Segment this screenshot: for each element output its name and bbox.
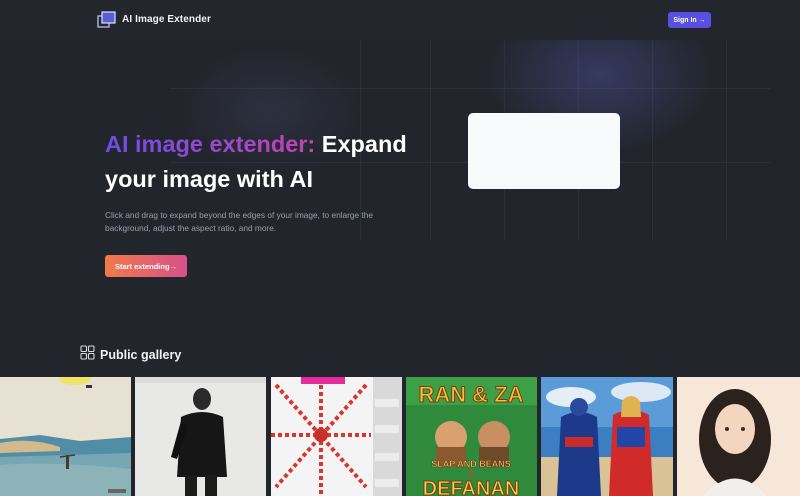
gallery-image-game-map[interactable] bbox=[271, 377, 402, 496]
hero-description: Click and drag to expand beyond the edge… bbox=[105, 210, 373, 233]
gallery-header: Public gallery bbox=[80, 345, 181, 365]
grid-icon bbox=[80, 345, 95, 365]
hero-headline: AI image extender: Expand your image wit… bbox=[105, 127, 435, 197]
top-nav: AI Image Extender Sign In → bbox=[0, 0, 800, 40]
grid-line bbox=[170, 88, 770, 89]
gallery-title: Public gallery bbox=[100, 348, 182, 362]
gallery-image-beach[interactable] bbox=[0, 377, 131, 496]
gallery-image-man[interactable] bbox=[135, 377, 266, 496]
hero-section: AI image extender: Expand your image wit… bbox=[0, 40, 800, 340]
sign-in-button[interactable]: Sign In → bbox=[668, 12, 711, 28]
start-extending-button[interactable]: Start extending→ bbox=[105, 255, 187, 277]
logo-icon bbox=[97, 11, 116, 28]
grid-line bbox=[652, 40, 653, 240]
gallery-image-portrait[interactable] bbox=[677, 377, 800, 496]
image-preview-card[interactable] bbox=[468, 113, 620, 189]
poster-title-text: RAN & ZA bbox=[418, 382, 523, 407]
brand-name: AI Image Extender bbox=[122, 14, 211, 25]
gallery-image-poster[interactable]: RAN & ZA SLAP AND BEANS 2 DEFANAN bbox=[406, 377, 537, 496]
brand-logo[interactable]: AI Image Extender bbox=[97, 11, 211, 28]
grid-line bbox=[726, 40, 727, 240]
poster-bottom-text: DEFANAN bbox=[423, 478, 520, 496]
poster-subtitle-text: SLAP AND BEANS bbox=[431, 459, 511, 469]
gallery-image-superheroes[interactable] bbox=[541, 377, 673, 496]
headline-accent: AI image extender: bbox=[105, 131, 316, 157]
gallery-strip: RAN & ZA SLAP AND BEANS 2 DEFANAN bbox=[0, 377, 800, 496]
